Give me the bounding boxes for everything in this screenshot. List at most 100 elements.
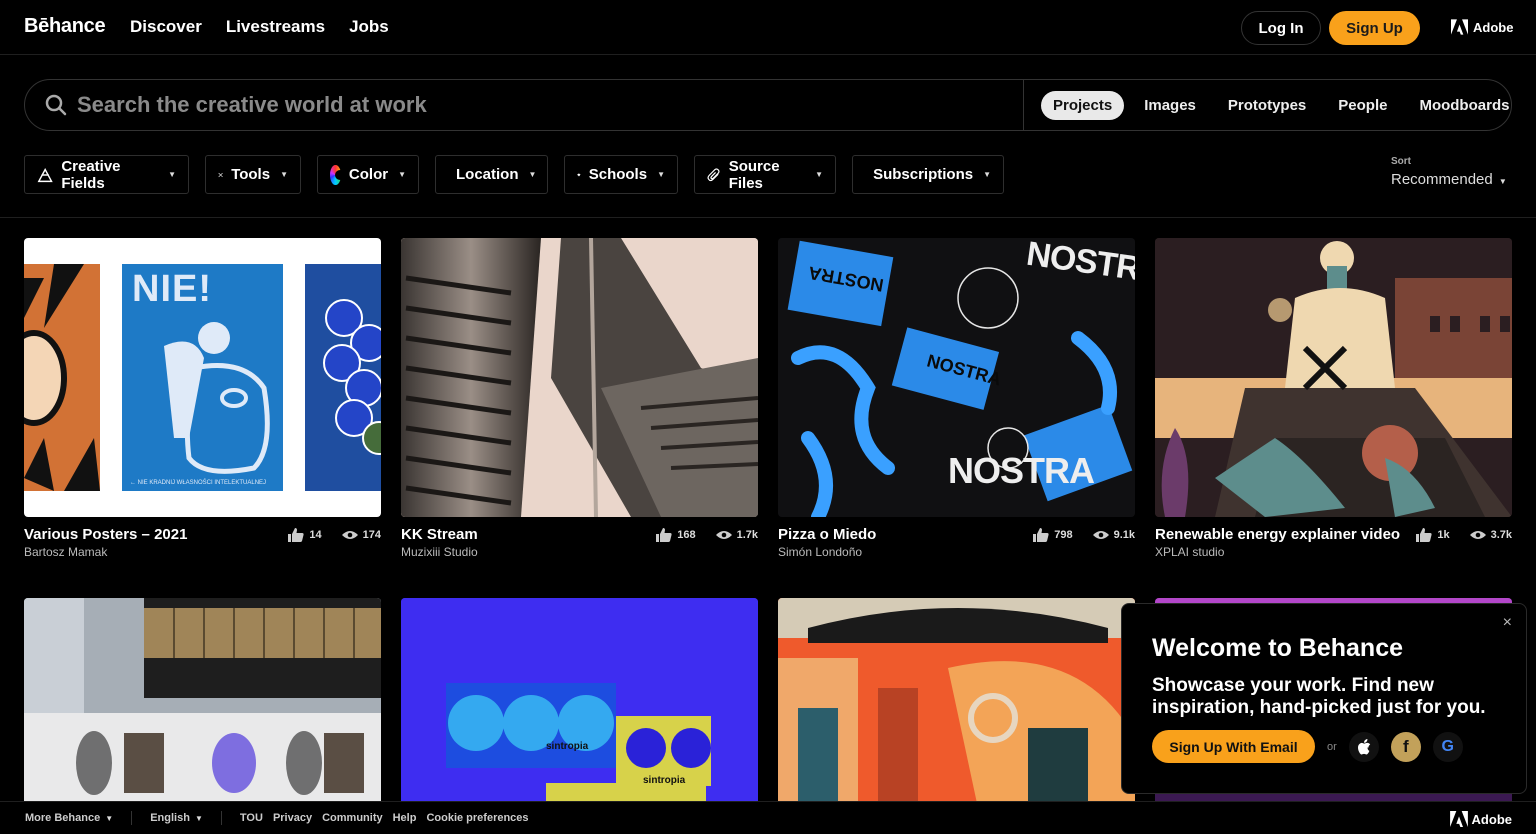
filter-schools[interactable]: Schools ▼ bbox=[564, 155, 678, 194]
chevron-down-icon: ▼ bbox=[168, 170, 176, 179]
eye-icon bbox=[715, 531, 732, 539]
brand-text: NOSTRA bbox=[948, 450, 1095, 491]
poster-caption: ← NIE KRADNIJ WŁASNOŚCI INTELEKTUALNEJ bbox=[130, 480, 267, 486]
project-card[interactable]: KK Stream Muzixiii Studio 168 1.7k bbox=[401, 238, 758, 559]
google-signin-button[interactable]: G bbox=[1432, 731, 1463, 762]
project-owner[interactable]: Simón Londoño bbox=[778, 545, 862, 559]
eye-icon bbox=[1092, 531, 1109, 539]
tab-people[interactable]: People bbox=[1326, 91, 1399, 120]
apple-signin-button[interactable] bbox=[1348, 731, 1379, 762]
facebook-icon: f bbox=[1402, 736, 1409, 756]
footer-link-tou[interactable]: TOU bbox=[240, 812, 263, 824]
creative-fields-icon bbox=[37, 167, 53, 182]
project-thumbnail[interactable] bbox=[24, 598, 381, 808]
adobe-logo-icon bbox=[1451, 19, 1468, 35]
view-count: 174 bbox=[362, 529, 381, 541]
project-thumbnail[interactable]: NIE! ← NIE KRADNIJ WŁASNOŚCI INTELEKTUAL… bbox=[24, 238, 381, 517]
sort-dropdown[interactable]: Sort Recommended ▼ bbox=[1391, 156, 1507, 188]
login-button[interactable]: Log In bbox=[1241, 11, 1321, 45]
project-stats: 1k 3.7k bbox=[1416, 528, 1512, 542]
project-thumbnail[interactable] bbox=[401, 238, 758, 517]
view-count: 3.7k bbox=[1490, 529, 1512, 541]
filter-label: Tools bbox=[231, 166, 271, 183]
filter-creative-fields[interactable]: Creative Fields ▼ bbox=[24, 155, 189, 194]
project-title[interactable]: KK Stream bbox=[401, 526, 478, 543]
filter-color[interactable]: Color ▼ bbox=[317, 155, 419, 194]
filter-source-files[interactable]: Source Files ▼ bbox=[694, 155, 836, 194]
signup-email-button[interactable]: Sign Up With Email bbox=[1152, 730, 1315, 763]
filter-tools[interactable]: Tools ▼ bbox=[205, 155, 301, 194]
chevron-down-icon: ▼ bbox=[815, 170, 823, 179]
filter-label: Color bbox=[348, 166, 389, 183]
thumbs-up-icon bbox=[288, 528, 304, 542]
filter-label: Source Files bbox=[728, 157, 780, 192]
popup-actions: Sign Up With Email or f G bbox=[1152, 730, 1475, 763]
search-icon bbox=[45, 94, 67, 116]
brand-text: sintropia bbox=[546, 741, 589, 752]
project-card[interactable] bbox=[24, 598, 381, 808]
sort-label: Sort bbox=[1391, 156, 1411, 167]
like-count: 168 bbox=[677, 529, 696, 541]
search-bar: Projects Images Prototypes People Moodbo… bbox=[24, 79, 1512, 131]
eye-icon bbox=[341, 531, 358, 539]
nav-livestreams[interactable]: Livestreams bbox=[226, 17, 325, 37]
tab-projects[interactable]: Projects bbox=[1041, 91, 1125, 120]
project-title[interactable]: Various Posters – 2021 bbox=[24, 526, 187, 543]
paperclip-icon bbox=[707, 167, 720, 181]
color-wheel-icon bbox=[330, 164, 345, 185]
project-owner[interactable]: Muzixiii Studio bbox=[401, 545, 478, 559]
project-thumbnail[interactable]: NOSTRA NOSTRA NOSTRA NOSTRA bbox=[778, 238, 1135, 517]
search-input[interactable] bbox=[77, 90, 1007, 120]
project-thumbnail[interactable] bbox=[1155, 238, 1512, 517]
project-owner[interactable]: XPLAI studio bbox=[1155, 545, 1224, 559]
signup-button[interactable]: Sign Up bbox=[1329, 11, 1420, 45]
project-thumbnail[interactable]: sintropia sintropia bbox=[401, 598, 758, 808]
like-count: 1k bbox=[1437, 529, 1450, 541]
nav-jobs[interactable]: Jobs bbox=[349, 17, 389, 37]
more-behance-dropdown[interactable]: More Behance ▼ bbox=[25, 812, 113, 824]
footer-link-cookies[interactable]: Cookie preferences bbox=[426, 812, 528, 824]
footer-link-help[interactable]: Help bbox=[393, 812, 417, 824]
adobe-label: Adobe bbox=[1471, 811, 1512, 827]
tab-moodboards[interactable]: Moodboards bbox=[1407, 91, 1521, 120]
project-owner[interactable]: Bartosz Mamak bbox=[24, 545, 107, 559]
language-dropdown[interactable]: English ▼ bbox=[150, 812, 203, 824]
search-tabs: Projects Images Prototypes People Moodbo… bbox=[1041, 91, 1525, 120]
adobe-footer-link[interactable]: Adobe bbox=[1449, 811, 1512, 827]
footer-divider bbox=[220, 811, 222, 825]
chevron-down-icon: ▼ bbox=[1498, 177, 1507, 186]
tab-images[interactable]: Images bbox=[1132, 91, 1208, 120]
project-title[interactable]: Renewable energy explainer video bbox=[1155, 526, 1400, 543]
filter-label: Location bbox=[456, 166, 519, 183]
filter-label: Subscriptions bbox=[873, 166, 974, 183]
adobe-link[interactable]: Adobe bbox=[1451, 19, 1513, 35]
project-card[interactable]: NIE! ← NIE KRADNIJ WŁASNOŚCI INTELEKTUAL… bbox=[24, 238, 381, 559]
tab-prototypes[interactable]: Prototypes bbox=[1216, 91, 1318, 120]
filter-label: Creative Fields bbox=[61, 157, 121, 192]
project-card[interactable] bbox=[778, 598, 1135, 808]
filter-subscriptions[interactable]: Subscriptions ▼ bbox=[852, 155, 1004, 194]
popup-subtitle: Showcase your work. Find new inspiration… bbox=[1152, 675, 1486, 718]
footer-link-privacy[interactable]: Privacy bbox=[273, 812, 312, 824]
filters-divider bbox=[0, 217, 1536, 218]
graduation-cap-icon bbox=[577, 173, 581, 176]
project-card[interactable]: sintropia sintropia bbox=[401, 598, 758, 808]
thumbs-up-icon bbox=[656, 528, 672, 542]
project-card[interactable]: NOSTRA NOSTRA NOSTRA NOSTRA Pizza o Mied… bbox=[778, 238, 1135, 559]
project-stats: 798 9.1k bbox=[1033, 528, 1135, 542]
filter-location[interactable]: Location ▼ bbox=[435, 155, 548, 194]
footer-link-community[interactable]: Community bbox=[322, 812, 383, 824]
project-stats: 168 1.7k bbox=[656, 528, 758, 542]
behance-logo[interactable]: Bēhance bbox=[24, 15, 106, 38]
welcome-popup: × Welcome to Behance Showcase your work.… bbox=[1121, 603, 1527, 794]
close-icon[interactable]: × bbox=[1503, 614, 1512, 632]
project-stats: 14 174 bbox=[288, 528, 381, 542]
project-card[interactable]: Renewable energy explainer video XPLAI s… bbox=[1155, 238, 1512, 559]
tools-icon bbox=[218, 172, 223, 177]
project-thumbnail[interactable] bbox=[778, 598, 1135, 808]
adobe-label: Adobe bbox=[1473, 19, 1514, 35]
nav-discover[interactable]: Discover bbox=[130, 17, 202, 37]
facebook-signin-button[interactable]: f bbox=[1390, 731, 1421, 762]
like-count: 14 bbox=[309, 529, 322, 541]
project-title[interactable]: Pizza o Miedo bbox=[778, 526, 876, 543]
